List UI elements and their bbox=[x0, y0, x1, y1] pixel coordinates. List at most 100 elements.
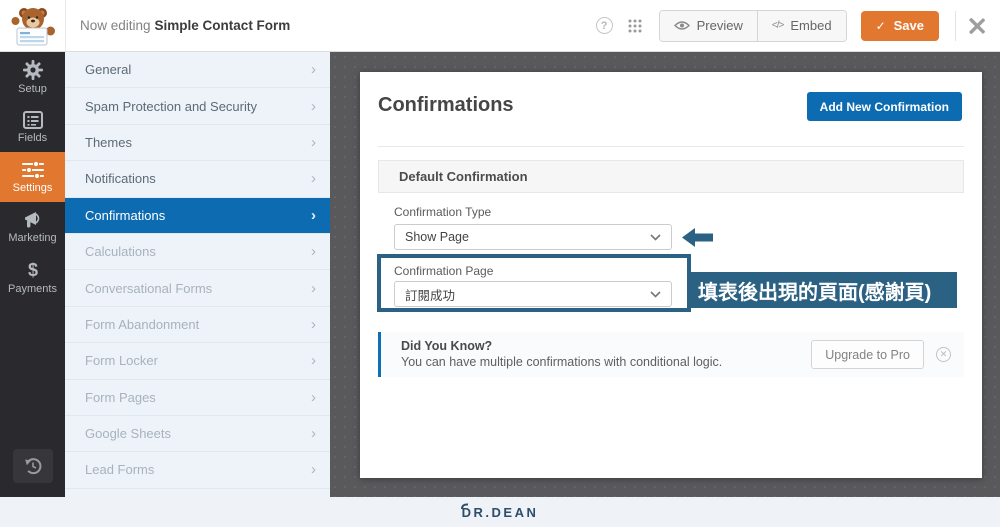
sidebar-label-payments: Payments bbox=[8, 282, 57, 295]
chevron-right-icon: › bbox=[311, 97, 316, 115]
topbar: Now editing Simple Contact Form ? Preview… bbox=[0, 0, 1000, 52]
grid-dots-glyph bbox=[628, 19, 642, 32]
confirmations-panel: Confirmations Add New Confirmation Defau… bbox=[360, 72, 982, 478]
save-label: Save bbox=[893, 18, 924, 33]
builder-body: Setup Fields Settings Marketing $ Paymen… bbox=[0, 52, 1000, 497]
menu-item-general[interactable]: General › bbox=[65, 52, 330, 89]
menu-item-calculations[interactable]: Calculations › bbox=[65, 234, 330, 271]
chevron-right-icon: › bbox=[311, 352, 316, 370]
chevron-down-icon bbox=[650, 233, 661, 241]
menu-label: Form Abandonment bbox=[85, 316, 200, 332]
wpforms-bear-logo-icon bbox=[11, 7, 55, 45]
annotation-arrow-icon bbox=[682, 228, 713, 252]
wpforms-logo bbox=[0, 0, 66, 51]
page-footer: DR.DEAN bbox=[0, 497, 1000, 527]
help-icon[interactable]: ? bbox=[595, 17, 613, 34]
dollar-icon: $ bbox=[27, 260, 37, 280]
preview-embed-group: Preview </> Embed bbox=[658, 9, 847, 42]
menu-item-themes[interactable]: Themes › bbox=[65, 125, 330, 162]
chevron-right-icon: › bbox=[311, 279, 316, 297]
brand-accent-icon bbox=[460, 498, 470, 513]
add-new-confirmation-button[interactable]: Add New Confirmation bbox=[806, 92, 962, 121]
menu-label: Form Locker bbox=[85, 353, 158, 369]
menu-label: Google Sheets bbox=[85, 426, 172, 442]
eye-icon bbox=[673, 21, 690, 30]
x-glyph bbox=[969, 17, 986, 34]
menu-label: Lead Forms bbox=[85, 462, 155, 478]
form-name: Simple Contact Form bbox=[154, 18, 291, 33]
menu-label: Form Pages bbox=[85, 389, 156, 405]
menu-label: Spam Protection and Security bbox=[85, 98, 257, 114]
sidebar-item-settings[interactable]: Settings bbox=[0, 152, 65, 202]
header-divider bbox=[378, 146, 964, 147]
svg-text:$: $ bbox=[27, 260, 37, 280]
now-editing-prefix: Now editing bbox=[80, 18, 151, 33]
brand-text: DR.DEAN bbox=[461, 504, 539, 520]
embed-label: Embed bbox=[790, 18, 832, 33]
topbar-divider bbox=[955, 10, 956, 41]
upgrade-to-pro-button[interactable]: Upgrade to Pro bbox=[811, 340, 924, 369]
chevron-right-icon: › bbox=[311, 61, 316, 79]
save-button[interactable]: ✓ Save bbox=[860, 10, 939, 41]
confirmation-page-value: 訂閱成功 bbox=[405, 288, 456, 303]
menu-item-conversational-forms[interactable]: Conversational Forms › bbox=[65, 270, 330, 307]
section-title: Default Confirmation bbox=[399, 169, 528, 184]
chevron-right-icon: › bbox=[311, 170, 316, 188]
menu-item-notifications[interactable]: Notifications › bbox=[65, 161, 330, 198]
megaphone-icon bbox=[24, 211, 39, 227]
chevron-right-icon: › bbox=[311, 425, 316, 443]
sidebar-label-marketing: Marketing bbox=[8, 231, 57, 244]
did-you-know-box: Did You Know? You can have multiple conf… bbox=[378, 332, 964, 377]
code-icon: </> bbox=[771, 20, 785, 31]
menu-item-lead-forms[interactable]: Lead Forms › bbox=[65, 452, 330, 489]
confirmation-page-label: Confirmation Page bbox=[394, 264, 494, 278]
sidebar-item-fields[interactable]: Fields bbox=[0, 102, 65, 152]
chevron-right-icon: › bbox=[311, 388, 316, 406]
sidebar-label-settings: Settings bbox=[12, 181, 53, 194]
now-editing-text: Now editing Simple Contact Form bbox=[80, 18, 290, 33]
preview-button[interactable]: Preview bbox=[659, 10, 757, 41]
dismiss-icon[interactable]: ✕ bbox=[936, 347, 951, 362]
menu-label: Notifications bbox=[85, 171, 156, 187]
history-button[interactable] bbox=[12, 449, 53, 483]
help-glyph: ? bbox=[600, 19, 608, 32]
menu-label: Confirmations bbox=[85, 207, 166, 223]
sidebar-item-payments[interactable]: $ Payments bbox=[0, 252, 65, 302]
chevron-right-icon: › bbox=[311, 133, 316, 151]
page-title: Confirmations bbox=[378, 94, 514, 116]
menu-label: Calculations bbox=[85, 244, 156, 260]
did-you-know-title: Did You Know? bbox=[401, 339, 493, 353]
apps-grid-icon[interactable] bbox=[627, 18, 643, 34]
did-you-know-text: You can have multiple confirmations with… bbox=[401, 355, 723, 369]
drdean-brand-logo: DR.DEAN bbox=[460, 502, 539, 520]
menu-label: Conversational Forms bbox=[85, 280, 213, 296]
sidebar-label-setup: Setup bbox=[18, 82, 47, 95]
menu-item-form-locker[interactable]: Form Locker › bbox=[65, 343, 330, 380]
history-area bbox=[0, 449, 65, 497]
check-icon: ✓ bbox=[875, 18, 886, 33]
sidebar-item-setup[interactable]: Setup bbox=[0, 52, 65, 102]
builder-sidebar: Setup Fields Settings Marketing $ Paymen… bbox=[0, 52, 65, 497]
topbar-actions: ? Preview </> Embed ✓ Save bbox=[595, 0, 1000, 51]
confirmation-type-value: Show Page bbox=[405, 230, 469, 244]
confirmation-type-select[interactable]: Show Page bbox=[394, 224, 672, 250]
history-icon bbox=[24, 458, 41, 475]
menu-item-google-sheets[interactable]: Google Sheets › bbox=[65, 416, 330, 453]
menu-item-form-abandonment[interactable]: Form Abandonment › bbox=[65, 307, 330, 344]
sliders-icon bbox=[21, 160, 44, 179]
settings-menu: General › Spam Protection and Security › T… bbox=[65, 52, 330, 497]
chevron-right-icon: › bbox=[311, 206, 316, 224]
sidebar-item-marketing[interactable]: Marketing bbox=[0, 202, 65, 252]
menu-item-spam-protection[interactable]: Spam Protection and Security › bbox=[65, 88, 330, 125]
chevron-right-icon: › bbox=[311, 461, 316, 479]
preview-label: Preview bbox=[696, 18, 743, 33]
sidebar-label-fields: Fields bbox=[17, 131, 48, 144]
embed-button[interactable]: </> Embed bbox=[756, 10, 846, 41]
workspace: Confirmations Add New Confirmation Defau… bbox=[330, 52, 1000, 497]
close-icon[interactable] bbox=[968, 17, 986, 35]
menu-item-form-pages[interactable]: Form Pages › bbox=[65, 380, 330, 416]
annotation-text-bar: 填表後出現的頁面(感謝頁) bbox=[691, 272, 957, 308]
confirmation-page-select[interactable]: 訂閱成功 bbox=[394, 281, 672, 307]
chevron-right-icon: › bbox=[311, 315, 316, 333]
menu-item-confirmations[interactable]: Confirmations › bbox=[65, 197, 330, 234]
